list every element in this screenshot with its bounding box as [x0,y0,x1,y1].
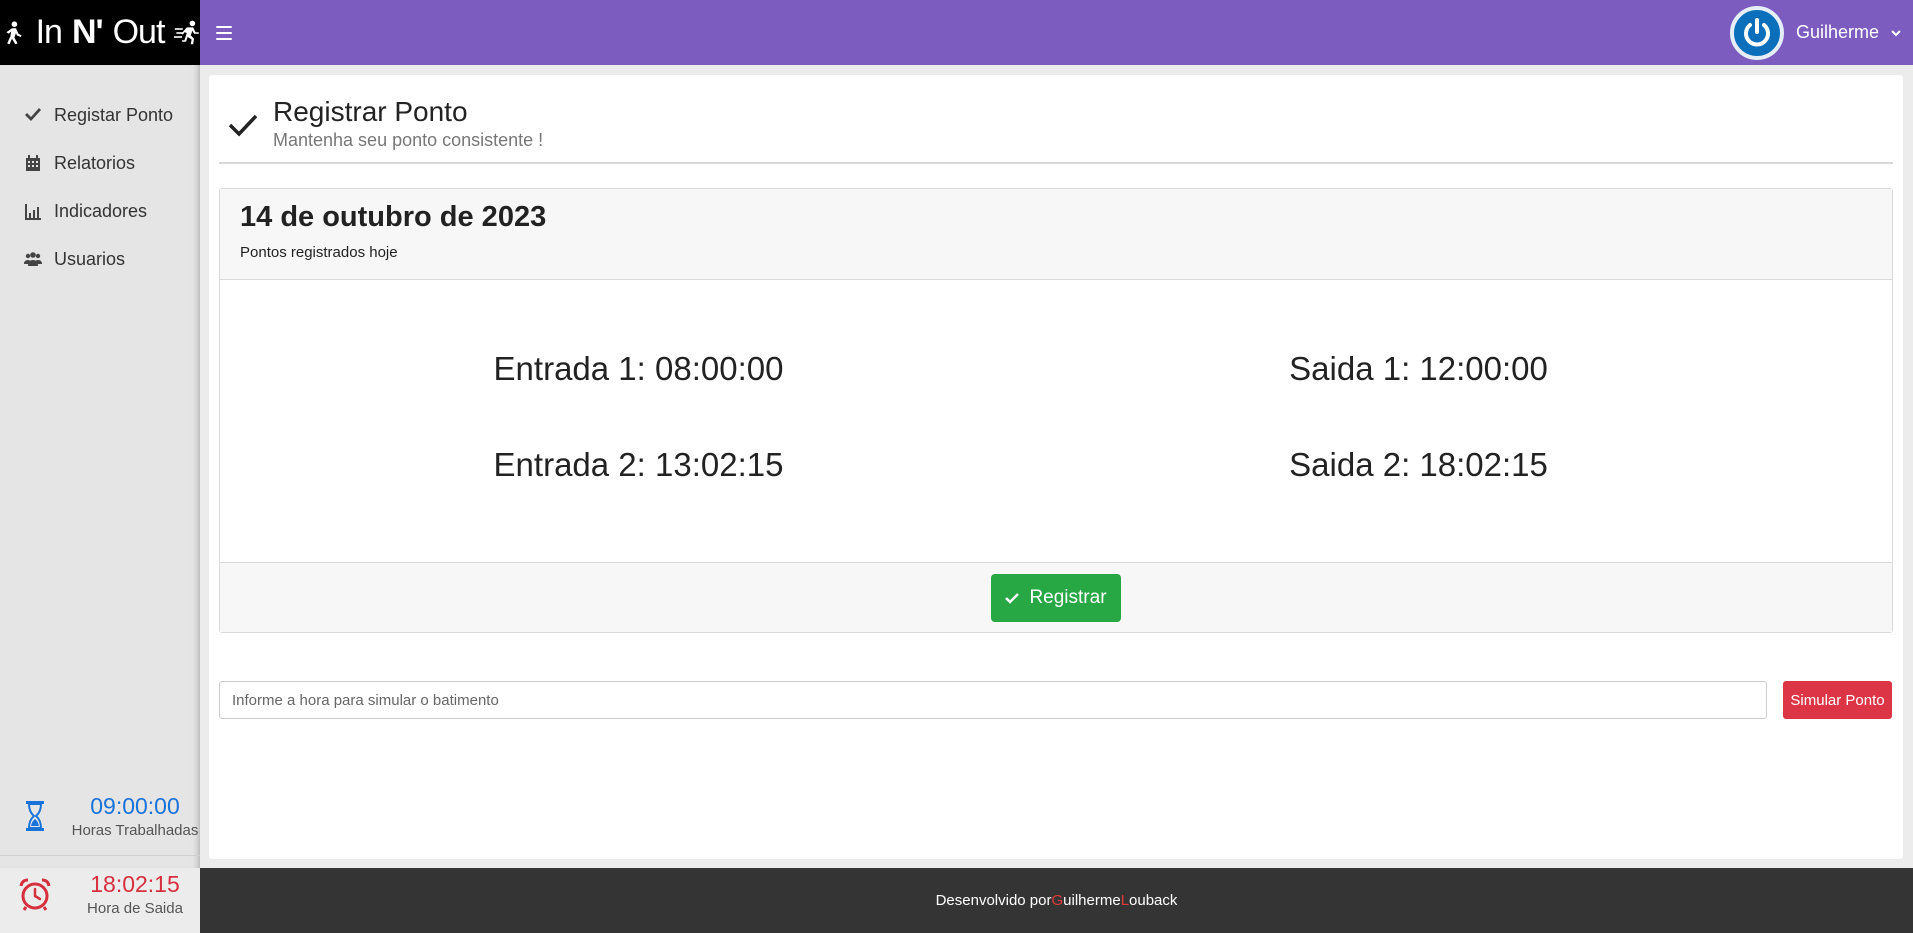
exit-time-value: 18:02:15 [90,871,180,897]
worked-hours-value: 09:00:00 [90,792,180,819]
exit-time-stat: 18:02:15 Hora de Saida [0,855,200,932]
worked-hours-stat: 09:00:00 Horas Trabalhadas [0,777,200,854]
users-icon [24,252,42,266]
page-header: Registrar Ponto Mantenha seu ponto consi… [219,85,1893,164]
check-icon [25,108,41,121]
brand-bold: N' [71,13,104,51]
footer-prefix: Desenvolvido por [935,892,1052,909]
exit-1-time: Saida 1: 12:00:00 [1289,350,1548,387]
hourglass-icon [26,800,44,831]
walking-person-icon [6,20,22,44]
brand-logo[interactable]: In N' Out [0,0,200,65]
avatar [1729,5,1784,60]
sidebar-item-registrar-ponto[interactable]: Registar Ponto [0,91,200,139]
chevron-down-icon [1891,29,1901,36]
top-navbar: Guilherme [200,0,1913,65]
punch-card-footer: Registrar [220,562,1892,632]
entry-2-time: Entrada 2: 13:02:15 [493,446,784,483]
sidebar-item-indicadores[interactable]: Indicadores [0,187,200,235]
check-icon [1005,592,1020,604]
sidebar-item-relatorios[interactable]: Relatorios [0,139,200,187]
footer-last-initial: L [1120,892,1130,909]
simulate-time-input[interactable] [219,681,1767,719]
main-content: Registrar Ponto Mantenha seu ponto consi… [209,75,1903,859]
running-person-icon [174,20,200,44]
check-icon [228,114,258,137]
page-title: Registrar Ponto [273,96,468,127]
punch-card-caption: Pontos registrados hoje [240,244,398,261]
punch-list: Entrada 1: 08:00:00 Saida 1: 12:00:00 En… [220,280,1892,562]
brand-prefix: In [35,13,63,51]
calendar-icon [26,155,40,171]
user-name: Guilherme [1795,22,1879,42]
sidebar-item-label: Indicadores [54,200,148,221]
exit-time-label: Hora de Saida [87,900,183,917]
hamburger-menu-icon[interactable] [216,25,232,40]
power-icon [1744,17,1770,46]
alarm-clock-icon [19,878,51,911]
brand-suffix: Out [112,13,166,51]
footer-first-rest: uilherme [1063,892,1121,909]
footer-first-initial: G [1051,892,1064,909]
sidebar-item-label: Usuarios [54,248,126,269]
footer-last-rest: ouback [1129,892,1178,909]
sidebar-item-usuarios[interactable]: Usuarios [0,235,200,283]
entry-1-time: Entrada 1: 08:00:00 [493,350,784,387]
current-date: 14 de outubro de 2023 [240,201,547,233]
punch-card: 14 de outubro de 2023 Pontos registrados… [219,188,1893,633]
register-button[interactable]: Registrar [991,573,1121,622]
simulate-button[interactable]: Simular Ponto [1783,681,1892,719]
sidebar-item-label: Relatorios [54,152,136,173]
punch-card-header: 14 de outubro de 2023 Pontos registrados… [220,189,1892,280]
worked-hours-label: Horas Trabalhadas [71,821,199,839]
exit-2-time: Saida 2: 18:02:15 [1289,446,1548,483]
register-button-label: Registrar [1029,586,1107,608]
sidebar-item-label: Registar Ponto [54,104,174,125]
page-subtitle: Mantenha seu ponto consistente ! [273,130,544,150]
sidebar-nav: Registar Ponto Relatorios Indicadores Us… [0,65,200,283]
sidebar: Registar Ponto Relatorios Indicadores Us… [0,65,200,917]
footer: Desenvolvido por G uilherme L ouback [200,868,1913,933]
user-menu[interactable]: Guilherme [1729,5,1901,60]
chart-icon [25,204,41,220]
